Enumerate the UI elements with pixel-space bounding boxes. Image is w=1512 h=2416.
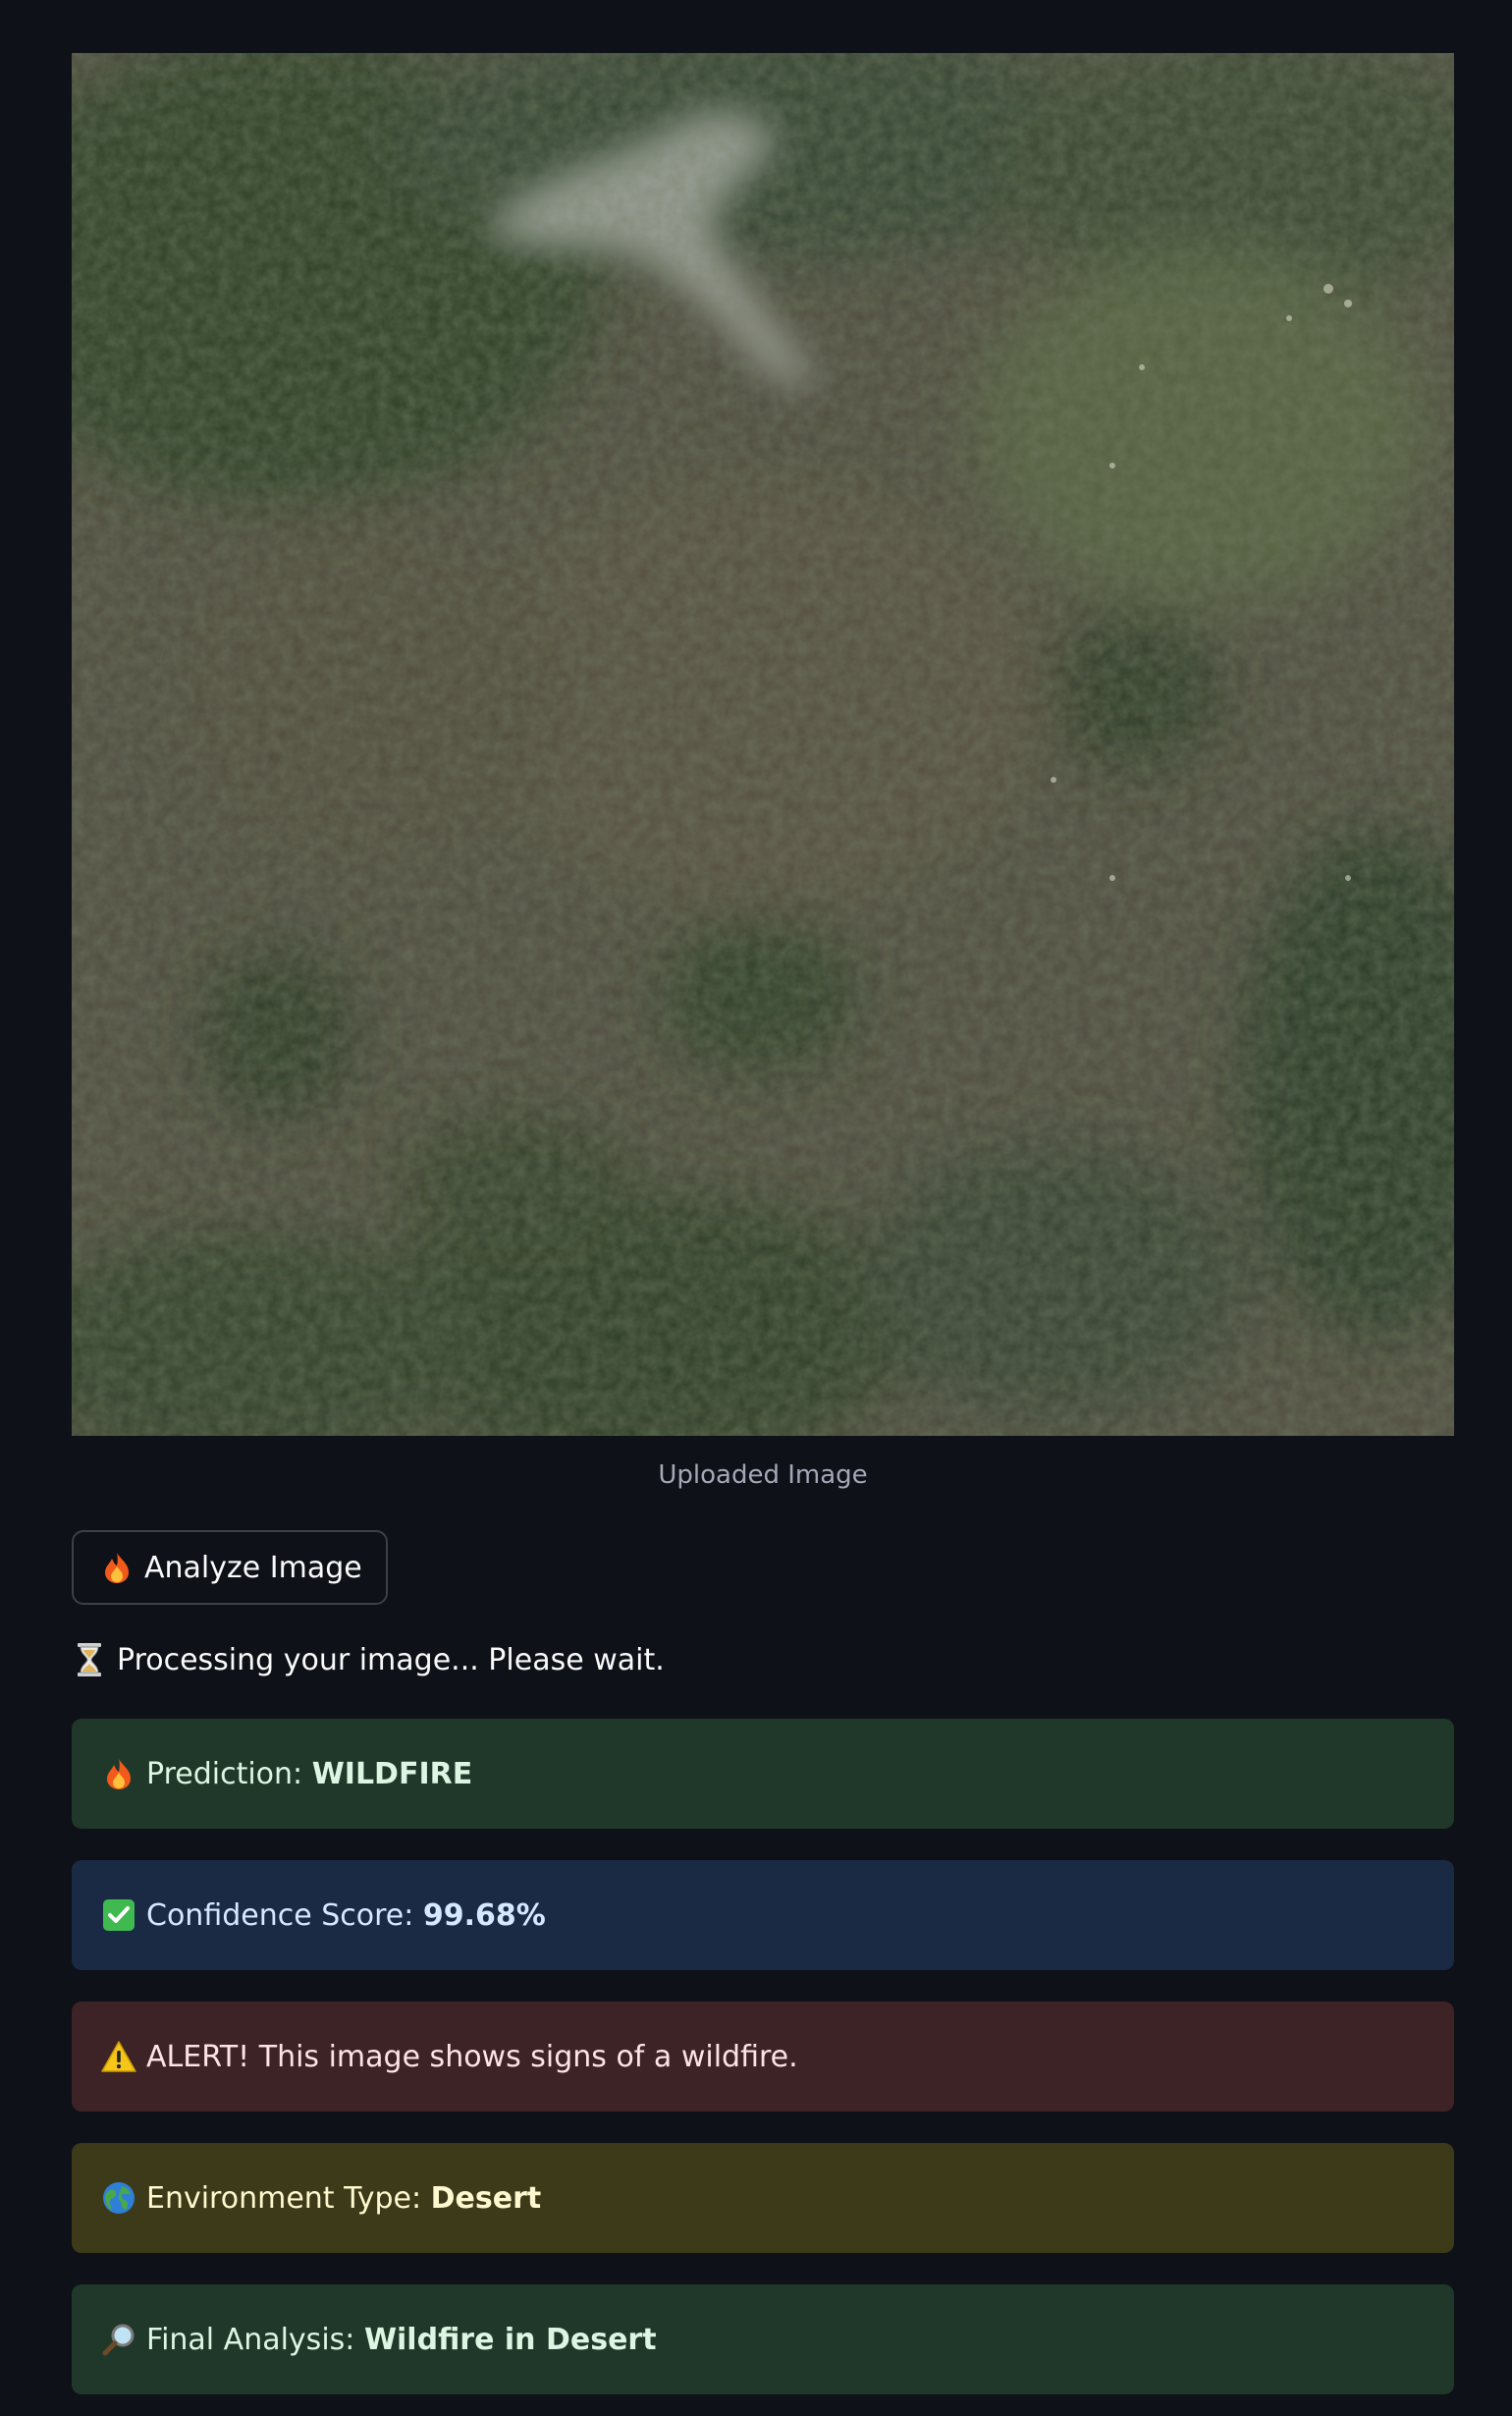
magnifier-icon — [101, 2322, 136, 2357]
check-mark-icon — [101, 1897, 136, 1933]
warning-icon — [101, 2039, 136, 2074]
confidence-label: Confidence Score: — [146, 1897, 423, 1933]
environment-value: Desert — [430, 2180, 542, 2216]
image-caption: Uploaded Image — [658, 1460, 868, 1490]
analyze-button-label: Analyze Image — [144, 1550, 362, 1585]
uploaded-image — [72, 53, 1454, 1436]
fire-icon — [101, 1756, 136, 1791]
wildfire-alert: ALERT! This image shows signs of a wildf… — [72, 2002, 1454, 2112]
fire-icon — [99, 1550, 135, 1585]
prediction-result: Prediction: WILDFIRE — [72, 1719, 1454, 1829]
hourglass-icon — [72, 1642, 107, 1677]
prediction-label: Prediction: — [146, 1756, 312, 1791]
prediction-value: WILDFIRE — [311, 1756, 473, 1791]
status-text: Processing your image... Please wait. — [117, 1642, 665, 1677]
confidence-result: Confidence Score: 99.68% — [72, 1860, 1454, 1970]
final-analysis-result: Final Analysis: Wildfire in Desert — [72, 2284, 1454, 2394]
final-analysis-label: Final Analysis: — [146, 2322, 364, 2357]
final-analysis-value: Wildfire in Desert — [363, 2322, 657, 2357]
confidence-value: 99.68% — [422, 1897, 546, 1933]
processing-status: Processing your image... Please wait. — [72, 1638, 1454, 1681]
environment-result: Environment Type: Desert — [72, 2143, 1454, 2253]
main-content: Uploaded Image Analyze Image Processing … — [72, 53, 1454, 2394]
globe-icon — [101, 2180, 136, 2216]
environment-label: Environment Type: — [146, 2180, 431, 2216]
alert-text: ALERT! This image shows signs of a wildf… — [146, 2039, 798, 2074]
analyze-image-button[interactable]: Analyze Image — [72, 1530, 388, 1605]
